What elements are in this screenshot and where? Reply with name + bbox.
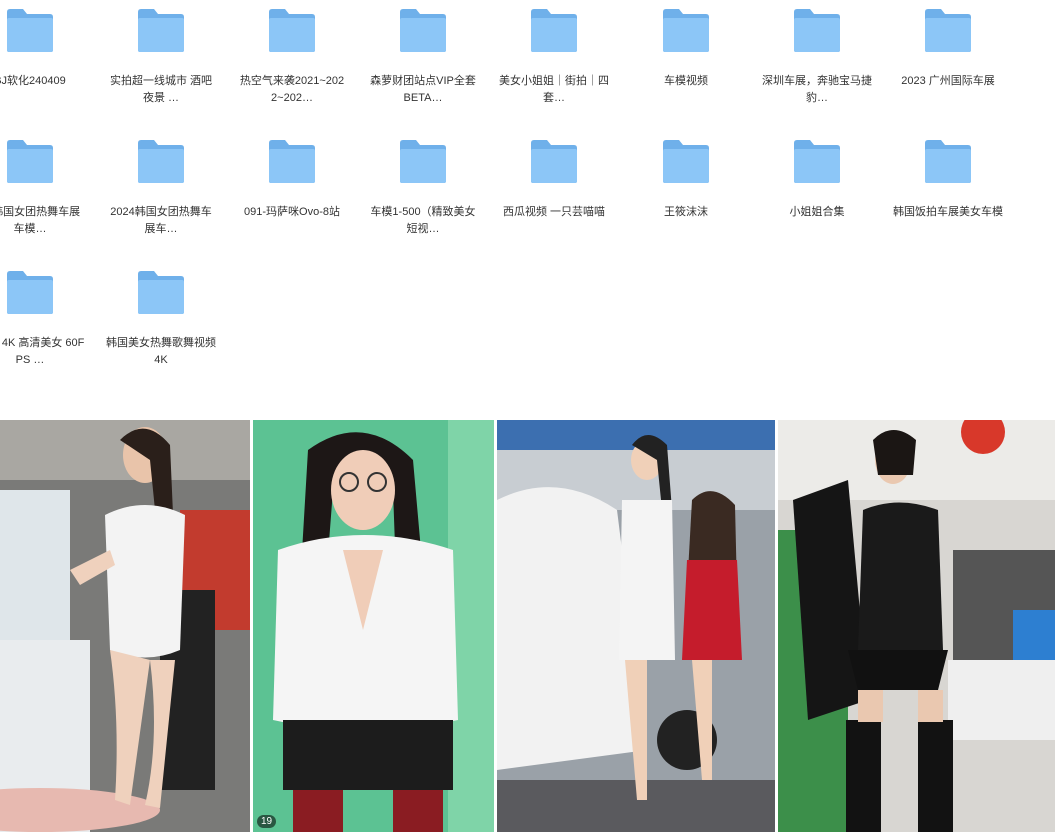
folder-label: 车模视频: [664, 75, 708, 87]
folder-item[interactable]: 车模1-500（精致美女短视…: [368, 131, 478, 256]
folder-item[interactable]: 韩国饭拍车展美女车模: [893, 131, 1003, 256]
folder-label: 西瓜视频 一只芸喵喵: [502, 206, 606, 218]
folder-label: 57部 4K 高清美女 60FPS …: [0, 337, 85, 366]
folder-icon: [531, 140, 577, 183]
folder-item[interactable]: 王筱沫沫: [631, 131, 741, 256]
folder-icon: [794, 140, 840, 183]
folder-item[interactable]: 森萝财团站点VIP全套BETA…: [368, 0, 478, 125]
folder-icon: [138, 140, 184, 183]
folder-icon: [400, 140, 446, 183]
folder-icon: [7, 271, 53, 314]
folder-item[interactable]: 2023 广州国际车展: [893, 0, 1003, 125]
folder-icon: [663, 9, 709, 52]
thumbnail-4-image: [778, 420, 1055, 832]
thumbnail-strip: 19: [0, 420, 1055, 835]
folder-icon: [138, 9, 184, 52]
folder-item[interactable]: 2024韩国女团热舞车展车…: [106, 131, 216, 256]
folder-label: BJ软化240409: [0, 75, 66, 87]
folder-label: 韩国美女热舞歌舞视频 4K: [106, 337, 216, 366]
folder-label: 2024韩国女团热舞车展车…: [110, 206, 212, 235]
thumbnail-3[interactable]: [497, 420, 775, 832]
thumbnail-1-image: [0, 420, 250, 832]
thumbnail-2-badge: 19: [257, 815, 277, 828]
thumbnail-1[interactable]: [0, 420, 250, 832]
folder-icon: [7, 9, 53, 52]
folder-icon: [269, 140, 315, 183]
folder-icon: [400, 9, 446, 52]
folder-item[interactable]: 美女小姐姐｜街拍｜四套…: [499, 0, 609, 125]
folder-item[interactable]: 57部 4K 高清美女 60FPS …: [0, 262, 85, 387]
folder-icon: [794, 9, 840, 52]
folder-item[interactable]: 16韩国女团热舞车展车模…: [0, 131, 85, 256]
folder-label: 深圳车展，奔驰宝马捷豹…: [762, 75, 872, 104]
thumbnail-2-image: [253, 420, 494, 832]
folder-item[interactable]: 韩国美女热舞歌舞视频 4K: [106, 262, 216, 387]
thumbnail-2[interactable]: 19: [253, 420, 494, 832]
folder-label: 车模1-500（精致美女短视…: [370, 206, 476, 235]
folder-icon: [925, 9, 971, 52]
folder-icon: [138, 271, 184, 314]
folder-item[interactable]: BJ软化240409: [0, 0, 85, 125]
folder-item[interactable]: 车模视频: [631, 0, 741, 125]
folder-icon: [663, 140, 709, 183]
folder-item[interactable]: 西瓜视频 一只芸喵喵: [499, 131, 609, 256]
folder-icon: [269, 9, 315, 52]
folder-label: 091-玛萨咪Ovo-8站: [244, 206, 340, 218]
folder-label: 美女小姐姐｜街拍｜四套…: [499, 75, 609, 104]
folder-label: 韩国饭拍车展美女车模: [893, 206, 1003, 218]
folder-item[interactable]: 热空气来袭2021~2022~202…: [237, 0, 347, 125]
folder-icon: [7, 140, 53, 183]
folder-icon: [531, 9, 577, 52]
thumbnail-4[interactable]: [778, 420, 1055, 832]
folder-label: 王筱沫沫: [664, 206, 708, 218]
folder-item[interactable]: 实拍超一线城市 酒吧夜景 …: [106, 0, 216, 125]
folder-label: 2023 广州国际车展: [901, 75, 995, 87]
folder-label: 热空气来袭2021~2022~202…: [239, 75, 345, 104]
folder-label: 小姐姐合集: [789, 206, 845, 218]
thumbnail-3-image: [497, 420, 775, 832]
folder-item[interactable]: 深圳车展，奔驰宝马捷豹…: [762, 0, 872, 125]
folder-item[interactable]: 091-玛萨咪Ovo-8站: [237, 131, 347, 256]
folder-label: 16韩国女团热舞车展车模…: [0, 206, 81, 235]
folder-grid: BJ软化240409 实拍超一线城市 酒吧夜景 … 热空气来袭2021~2022~2…: [0, 0, 1055, 400]
folder-label: 实拍超一线城市 酒吧夜景 …: [109, 75, 213, 104]
folder-item[interactable]: 小姐姐合集: [762, 131, 872, 256]
folder-label: 森萝财团站点VIP全套BETA…: [370, 75, 476, 104]
folder-icon: [925, 140, 971, 183]
